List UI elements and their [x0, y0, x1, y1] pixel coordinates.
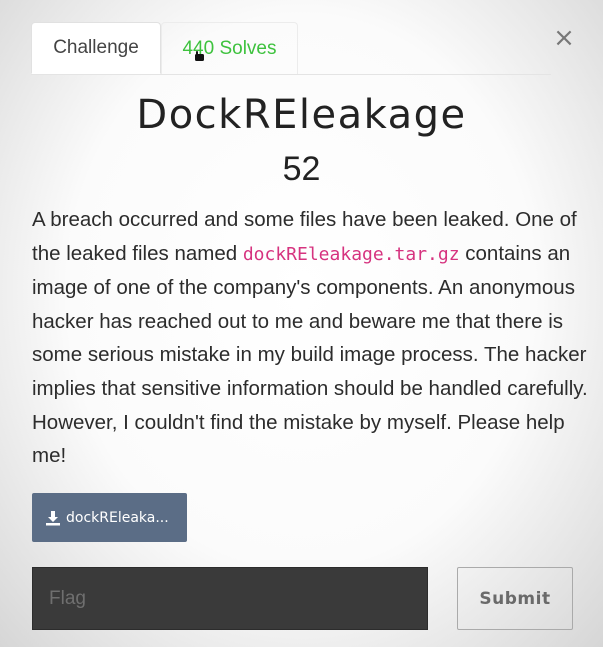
tab-bar: Challenge 440 Solves — [31, 22, 551, 75]
download-file-label: dockREleaka... — [66, 509, 169, 526]
submit-button[interactable]: Submit — [457, 567, 573, 630]
description-text-continued: contains an image of one of the company'… — [32, 241, 588, 468]
download-file-button[interactable]: dockREleaka... — [32, 493, 187, 542]
challenge-description: A breach occurred and some files have be… — [32, 203, 592, 473]
challenge-modal: Challenge 440 Solves × DockREleakage 52 … — [0, 0, 603, 647]
file-name-code: dockREleakage.tar.gz — [242, 243, 460, 265]
challenge-title: DockREleakage — [136, 92, 467, 138]
hand-cursor-icon — [195, 51, 204, 61]
close-button[interactable]: × — [552, 22, 576, 54]
download-icon — [46, 510, 60, 525]
tab-solves[interactable]: 440 Solves — [161, 22, 298, 74]
challenge-points: 52 — [282, 150, 321, 188]
tab-challenge[interactable]: Challenge — [31, 22, 161, 74]
flag-input[interactable] — [32, 567, 428, 630]
